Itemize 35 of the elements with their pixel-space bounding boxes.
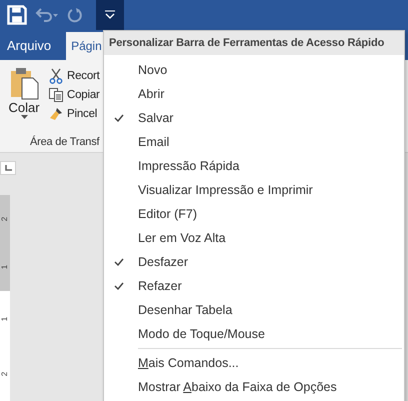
ruler-number: 2 — [1, 216, 9, 222]
ribbon-command[interactable]: Copiar — [48, 87, 100, 103]
caret-icon — [104, 10, 116, 20]
menu-item[interactable]: Salvar — [104, 106, 404, 130]
menu-item[interactable]: Editor (F7) — [104, 202, 404, 226]
ruler-number: 2 — [1, 371, 9, 376]
ruler-number: 1 — [1, 316, 9, 321]
menu-title: Personalizar Barra de Ferramentas de Acesso Rápido — [104, 31, 404, 55]
copy-icon — [48, 87, 64, 103]
menu-item[interactable]: Desenhar Tabela — [104, 298, 404, 322]
tab-selector-icon[interactable] — [0, 161, 16, 175]
menu-item[interactable]: Mostrar Abaixo da Faixa de Opções — [104, 375, 404, 399]
customize-toolbar-button[interactable] — [96, 0, 124, 30]
caret-icon — [20, 115, 28, 119]
redo-icon[interactable] — [66, 6, 84, 24]
menu-item[interactable]: Abrir — [104, 82, 404, 106]
paintbrush-icon — [48, 106, 64, 122]
paste-button[interactable]: Colar — [6, 66, 42, 136]
group-label: Área de Transf — [30, 136, 100, 148]
menu-item[interactable]: Desfazer — [104, 250, 404, 274]
menu-item[interactable]: Visualizar Impressão e Imprimir — [104, 178, 404, 202]
save-icon[interactable] — [6, 4, 28, 26]
menu-item[interactable]: Modo de Toque/Mouse — [104, 322, 404, 346]
menu-item[interactable]: Mais Comandos... — [104, 351, 404, 375]
menu-item[interactable]: Ler em Voz Alta — [104, 226, 404, 250]
ruler-number: 1 — [1, 264, 9, 270]
menu-item[interactable]: Refazer — [104, 274, 404, 298]
undo-icon[interactable] — [34, 6, 60, 24]
ribbon-command[interactable]: Pincel — [48, 106, 100, 122]
menu-item[interactable]: Impressão Rápida — [104, 154, 404, 178]
ribbon-command[interactable]: Recort — [48, 68, 100, 84]
clipboard-icon — [9, 66, 39, 100]
scissors-icon — [48, 68, 64, 84]
menu-item[interactable]: Novo — [104, 58, 404, 82]
menu-item[interactable]: Email — [104, 130, 404, 154]
